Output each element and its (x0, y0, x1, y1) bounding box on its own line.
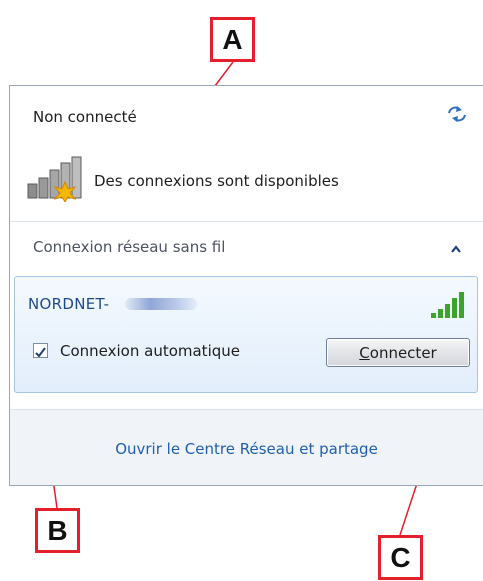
connect-button[interactable]: Connecter (326, 338, 470, 367)
chevron-up-icon[interactable] (450, 244, 462, 254)
auto-connect-checkbox[interactable] (33, 343, 48, 358)
ssid-redaction (125, 298, 197, 310)
callout-c: C (378, 535, 423, 580)
wireless-section-header[interactable]: Connexion réseau sans fil (33, 238, 225, 256)
network-item[interactable]: NORDNET- Connexion automatique Connecter (14, 276, 478, 393)
signal-strength-icon (431, 292, 464, 318)
connections-available-text: Des connexions sont disponibles (94, 172, 339, 190)
callout-b: B (35, 508, 80, 553)
footer: Ouvrir le Centre Réseau et partage (10, 410, 483, 485)
auto-connect-label[interactable]: Connexion automatique (60, 342, 240, 360)
network-available-icon (27, 156, 82, 202)
wifi-flyout-panel: Non connecté Des connexions sont disponi… (9, 85, 483, 486)
callout-a: A (210, 17, 255, 62)
checkmark-icon (35, 347, 46, 358)
divider (10, 221, 483, 222)
connection-status: Non connecté (33, 108, 137, 126)
connect-button-label: Connecter (359, 343, 437, 362)
network-ssid: NORDNET- (28, 295, 110, 313)
network-center-link[interactable]: Ouvrir le Centre Réseau et partage (10, 440, 483, 458)
refresh-icon[interactable] (446, 104, 468, 124)
